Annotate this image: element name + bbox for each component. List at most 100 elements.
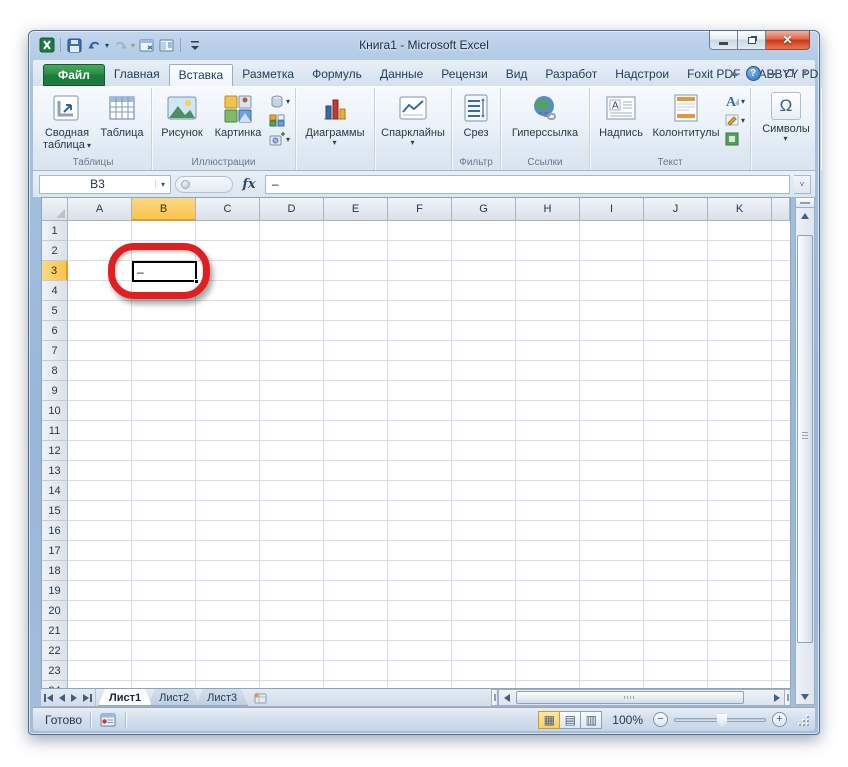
row-header-18[interactable]: 18 bbox=[42, 561, 68, 581]
ribbon-tab-Рецензи[interactable]: Рецензи bbox=[432, 64, 496, 86]
insert-function-button[interactable]: fx bbox=[237, 175, 261, 194]
zoom-level[interactable]: 100% bbox=[612, 713, 643, 727]
screenshot-button[interactable]: ▾ bbox=[267, 131, 292, 147]
header-footer-button[interactable]: Колонтитулы bbox=[649, 89, 723, 155]
symbols-button[interactable]: Ω Символы ▾ bbox=[754, 89, 818, 155]
title-bar[interactable]: ▾ ▾ Книга1 - Microsoft Excel ✕ bbox=[30, 31, 818, 59]
ribbon-tab-Данные[interactable]: Данные bbox=[371, 64, 432, 86]
minimize-button[interactable] bbox=[709, 31, 738, 50]
row-header-23[interactable]: 23 bbox=[42, 661, 68, 681]
ribbon-tab-Файл[interactable]: Файл bbox=[43, 64, 105, 86]
restore-button[interactable] bbox=[738, 31, 766, 50]
spreadsheet-grid[interactable]: ABCDEFGHIJK 1 23 4567891011121314151617181… bbox=[41, 197, 791, 689]
minimize-icon-small[interactable] bbox=[769, 73, 777, 75]
help-icon[interactable]: ? bbox=[746, 66, 761, 81]
column-header-D[interactable]: D bbox=[260, 198, 324, 221]
horizontal-scrollbar[interactable] bbox=[498, 689, 784, 706]
zoom-out-button[interactable]: − bbox=[653, 712, 668, 727]
close-button[interactable]: ✕ bbox=[766, 31, 810, 50]
row-header-13[interactable]: 13 bbox=[42, 461, 68, 481]
row-header-22[interactable]: 22 bbox=[42, 641, 68, 661]
scroll-down-button[interactable] bbox=[796, 689, 814, 704]
normal-view-button[interactable]: ▦ bbox=[538, 711, 560, 729]
tab-split-handle[interactable] bbox=[491, 689, 498, 706]
select-all-corner[interactable] bbox=[42, 198, 68, 221]
close-icon-small[interactable]: ✕ bbox=[801, 69, 809, 79]
column-header-I[interactable]: I bbox=[580, 198, 644, 221]
column-header-J[interactable]: J bbox=[644, 198, 708, 221]
row-header-12[interactable]: 12 bbox=[42, 441, 68, 461]
ribbon-tab-Разработ[interactable]: Разработ bbox=[536, 64, 606, 86]
sheet-tab-Лист2[interactable]: Лист2 bbox=[148, 689, 200, 706]
smartart-button[interactable] bbox=[267, 112, 292, 128]
vertical-split-handle[interactable] bbox=[796, 198, 814, 208]
zoom-slider-track[interactable] bbox=[674, 718, 766, 722]
slicer-button[interactable]: Срез bbox=[455, 89, 497, 155]
name-box[interactable]: B3 ▾ bbox=[39, 175, 171, 194]
column-header-C[interactable]: C bbox=[196, 198, 260, 221]
cells-area[interactable]: – bbox=[68, 221, 790, 688]
macro-record-icon[interactable] bbox=[99, 713, 117, 727]
row-header-11[interactable]: 11 bbox=[42, 421, 68, 441]
signature-line-button[interactable]: ▾ bbox=[723, 112, 747, 128]
column-header-E[interactable]: E bbox=[324, 198, 388, 221]
row-header-7[interactable]: 7 bbox=[42, 341, 68, 361]
last-sheet-button[interactable] bbox=[83, 694, 92, 702]
zoom-in-button[interactable]: + bbox=[772, 712, 787, 727]
column-header-H[interactable]: H bbox=[516, 198, 580, 221]
row-header-15[interactable]: 15 bbox=[42, 501, 68, 521]
ribbon-tab-Формуль[interactable]: Формуль bbox=[303, 64, 371, 86]
row-header-17[interactable]: 17 bbox=[42, 541, 68, 561]
resize-grip[interactable] bbox=[797, 714, 809, 726]
formula-bar-handle[interactable] bbox=[175, 176, 233, 193]
horizontal-scroll-thumb[interactable] bbox=[516, 691, 744, 704]
row-header-24[interactable]: 24 bbox=[42, 681, 68, 689]
sheet-tab-Лист3[interactable]: Лист3 bbox=[196, 689, 248, 706]
scroll-right-button[interactable] bbox=[769, 690, 784, 705]
page-layout-view-button[interactable]: ▤ bbox=[559, 711, 581, 729]
ribbon-tab-Разметка[interactable]: Разметка bbox=[233, 64, 303, 86]
row-header-8[interactable]: 8 bbox=[42, 361, 68, 381]
sparklines-button[interactable]: Спарклайны ▾ bbox=[378, 89, 448, 155]
row-header-14[interactable]: 14 bbox=[42, 481, 68, 501]
column-header-G[interactable]: G bbox=[452, 198, 516, 221]
ribbon-tab-Главная[interactable]: Главная bbox=[105, 64, 169, 86]
row-header-10[interactable]: 10 bbox=[42, 401, 68, 421]
textbox-button[interactable]: A Надпись bbox=[593, 89, 649, 155]
row-header-9[interactable]: 9 bbox=[42, 381, 68, 401]
column-header-B[interactable]: B bbox=[132, 198, 196, 221]
column-header-A[interactable]: A bbox=[68, 198, 132, 221]
formula-input[interactable]: – bbox=[265, 175, 790, 194]
row-header-6[interactable]: 6 bbox=[42, 321, 68, 341]
row-header-16[interactable]: 16 bbox=[42, 521, 68, 541]
previous-sheet-button[interactable] bbox=[59, 694, 65, 702]
column-header-K[interactable]: K bbox=[708, 198, 772, 221]
ribbon-tab-Надстрои[interactable]: Надстрои bbox=[606, 64, 678, 86]
horizontal-scroll-track[interactable] bbox=[514, 690, 769, 705]
table-button[interactable]: Таблица bbox=[96, 89, 148, 155]
row-header-5[interactable]: 5 bbox=[42, 301, 68, 321]
pivot-table-button[interactable]: Сводная таблица ▾ bbox=[38, 89, 96, 155]
sheet-tab-Лист1[interactable]: Лист1 bbox=[98, 689, 152, 706]
row-header-2[interactable]: 2 bbox=[42, 241, 68, 261]
name-box-dropdown-icon[interactable]: ▾ bbox=[155, 180, 170, 189]
wordart-button[interactable]: A ▾ bbox=[723, 93, 747, 109]
vertical-scrollbar[interactable] bbox=[795, 197, 815, 705]
collapse-ribbon-icon[interactable] bbox=[730, 71, 738, 76]
page-break-view-button[interactable]: ▥ bbox=[580, 711, 602, 729]
first-sheet-button[interactable] bbox=[44, 694, 53, 702]
charts-button[interactable]: Диаграммы ▾ bbox=[299, 89, 371, 155]
ribbon-tab-Вставка[interactable]: Вставка bbox=[169, 64, 234, 86]
column-header-F[interactable]: F bbox=[388, 198, 452, 221]
object-button[interactable] bbox=[723, 131, 747, 147]
picture-button[interactable]: Рисунок bbox=[155, 89, 209, 155]
clipart-button[interactable]: Картинка bbox=[209, 89, 267, 155]
row-header-19[interactable]: 19 bbox=[42, 581, 68, 601]
ribbon-tab-Вид[interactable]: Вид bbox=[497, 64, 537, 86]
shapes-button[interactable]: ▾ bbox=[267, 93, 292, 109]
hyperlink-button[interactable]: Гиперссылка bbox=[504, 89, 586, 155]
row-header-1[interactable]: 1 bbox=[42, 221, 68, 241]
column-header-partial[interactable] bbox=[772, 198, 790, 221]
row-header-4[interactable]: 4 bbox=[42, 281, 68, 301]
insert-worksheet-button[interactable] bbox=[244, 689, 276, 706]
